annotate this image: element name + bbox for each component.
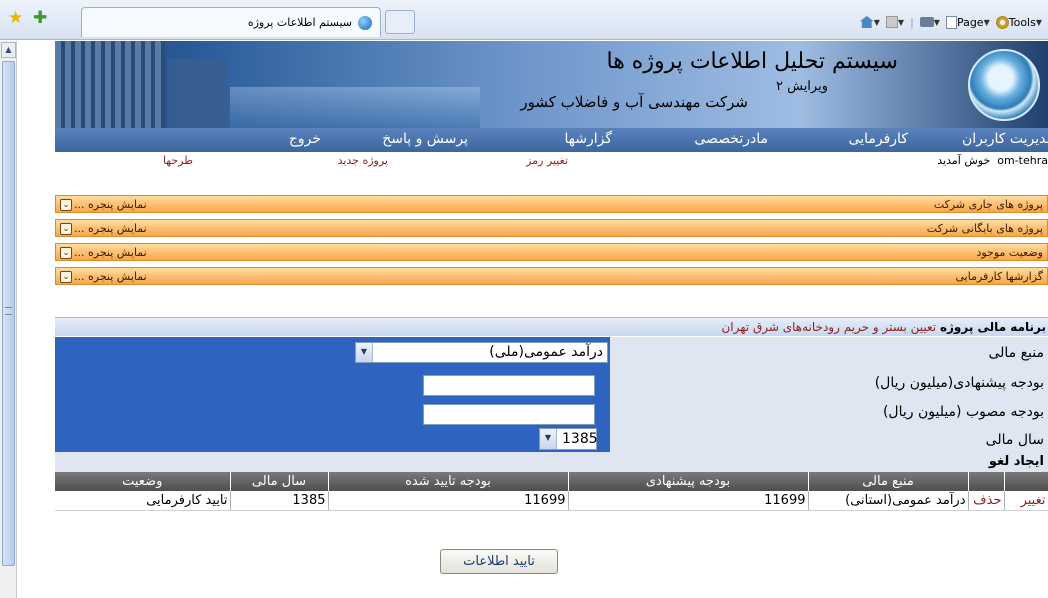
menu-user-management[interactable]: مدیریت کاربران [962,131,1048,147]
menu-specialized[interactable]: مادرتخصصی [694,131,768,147]
form-labels-area: منبع مالی بودجه پیشنهادی(میلیون ریال) بو… [610,337,1048,452]
page-menu-button[interactable]: Page ▼ [945,15,990,29]
financial-program-header: برنامه مالی پروژه تعیین بستر و حریم رودخ… [55,317,1048,336]
col-fiscal-year: سال مالی [230,472,329,491]
browser-tab[interactable]: سیستم اطلاعات پروژه [81,7,381,37]
expand-chevron-icon: ⌄ [60,223,72,235]
user-bar: om-tehra خوش آمدید تغییر رمز پروژه جدید … [55,152,1048,170]
welcome-text: om-tehra خوش آمدید [937,154,1048,167]
edit-link[interactable]: تغییر [1004,491,1048,511]
cell-fiscal-year: 1385 [230,491,329,511]
banner-building-image [55,41,165,128]
menu-employer[interactable]: کارفرمایی [849,131,908,147]
show-window-toggle[interactable]: نمایش پنجره ...⌄ [60,222,147,235]
site-title: سیستم تحلیل اطلاعات پروژه ها [606,49,899,74]
panel-title: پروژه های جاری شرکت [933,198,1043,211]
cell-proposed-budget: 11699 [568,491,809,511]
feeds-button[interactable]: ▼ [885,16,904,28]
panel-current-status: وضعیت موجود نمایش پنجره ...⌄ [55,243,1048,261]
cell-status: تایید کارفرمایی [55,491,231,511]
finance-source-label: منبع مالی [988,345,1044,361]
home-icon [859,16,874,28]
financial-records-table: وضعیت سال مالی بودجه تایید شده بودجه پیش… [55,472,1048,511]
table-row: تایید کارفرمایی 1385 11699 11699 درآمد ع… [55,491,1048,511]
approved-budget-label: بودجه مصوب (میلیون ریال) [882,404,1044,420]
header-banner: سیستم تحلیل اطلاعات پروژه ها ویرایش ۲ شر… [55,41,1048,128]
col-approved-budget: بودجه تایید شده [328,472,569,491]
scroll-thumb[interactable] [2,61,15,566]
main-menu: مدیریت کاربران کارفرمایی مادرتخصصی گزارش… [55,128,1048,152]
financial-program-label: برنامه مالی پروژه [939,320,1046,334]
new-project-link[interactable]: پروژه جدید [338,154,388,167]
chevron-down-icon[interactable]: ▼ [356,343,373,362]
cell-approved-budget: 11699 [328,491,569,511]
col-proposed-budget: بودجه پیشنهادی [568,472,809,491]
site-version: ویرایش ۲ [776,79,828,94]
approved-budget-input[interactable] [423,404,595,425]
cell-finance-source: درآمد عمومی(استانی) [808,491,969,511]
feeds-icon [885,16,898,28]
create-cancel-row: ایجاد لغو [55,452,1048,472]
panel-employer-reports: گزارشها کارفرمایی نمایش پنجره ...⌄ [55,267,1048,285]
home-button[interactable]: ▼ [859,16,880,28]
create-cancel-link[interactable]: ایجاد لغو [989,454,1044,469]
panel-title: پروژه های بایگانی شرکت [926,222,1043,235]
favorites-star-icon[interactable]: ★ [8,10,23,27]
banner-water-image [230,87,480,128]
change-password-link[interactable]: تغییر رمز [526,154,568,167]
expand-chevron-icon: ⌄ [60,271,72,283]
expand-chevron-icon: ⌄ [60,247,72,259]
print-icon [919,17,934,27]
fiscal-year-label: سال مالی [985,432,1044,448]
grip-icon [5,307,12,315]
finance-source-value: درآمد عمومی(ملی) [489,344,603,360]
welcome-label: خوش آمدید [937,154,991,167]
page-content: سیستم تحلیل اطلاعات پروژه ها ویرایش ۲ شر… [55,41,1048,598]
fiscal-year-select[interactable]: ▼ 1385 [539,428,598,450]
username: om-tehra [997,154,1048,167]
expand-chevron-icon: ⌄ [60,199,72,211]
show-window-toggle[interactable]: نمایش پنجره ...⌄ [60,246,147,259]
col-finance-source: منبع مالی [808,472,969,491]
menu-logout[interactable]: خروج [289,131,321,147]
browser-toolbar: ★ ✚ سیستم اطلاعات پروژه ▼ ▼ | ▼ Page ▼ To… [0,0,1048,40]
table-header-row: وضعیت سال مالی بودجه تایید شده بودجه پیش… [55,472,1048,491]
col-status: وضعیت [55,472,231,491]
vertical-scrollbar[interactable]: ▲ [0,41,17,598]
panel-archived-projects: پروژه های بایگانی شرکت نمایش پنجره ...⌄ [55,219,1048,237]
ie-page-icon [358,16,372,30]
menu-faq[interactable]: پرسش و پاسخ [382,131,468,147]
gear-icon [995,15,1009,29]
scroll-up-button[interactable]: ▲ [1,42,16,58]
company-logo-icon [968,49,1040,121]
confirm-info-button[interactable]: تایید اطلاعات [440,549,558,574]
page-icon [945,15,957,29]
show-window-toggle[interactable]: نمایش پنجره ...⌄ [60,198,147,211]
plans-link[interactable]: طرحها [163,154,193,167]
proposed-budget-input[interactable] [423,375,595,396]
col-edit [1004,472,1048,491]
show-window-toggle[interactable]: نمایش پنجره ...⌄ [60,270,147,283]
panel-current-projects: پروژه های جاری شرکت نمایش پنجره ...⌄ [55,195,1048,213]
banner-building-image-2 [167,59,227,128]
company-name: شرکت مهندسی آب و فاضلاب کشور [520,93,748,111]
form-inputs-area: درآمد عمومی(ملی) ▼ ▼ 1385 [55,337,610,452]
new-tab-button[interactable] [385,10,415,34]
chevron-down-icon[interactable]: ▼ [540,429,557,449]
add-favorites-icon[interactable]: ✚ [33,10,47,27]
proposed-budget-label: بودجه پیشنهادی(میلیون ریال) [874,375,1044,391]
tools-menu-button[interactable]: Tools ▼ [995,15,1042,29]
panel-title: گزارشها کارفرمایی [955,270,1043,283]
fiscal-year-value: 1385 [562,431,598,447]
print-button[interactable]: ▼ [919,17,940,27]
menu-reports[interactable]: گزارشها [565,131,613,147]
finance-source-select[interactable]: درآمد عمومی(ملی) ▼ [355,342,608,363]
browser-command-bar: ▼ ▼ | ▼ Page ▼ Tools ▼ [859,12,1042,32]
panel-title: وضعیت موجود [976,246,1043,259]
delete-link[interactable]: حذف [968,491,1005,511]
browser-tab-title: سیستم اطلاعات پروژه [247,16,352,29]
project-name: تعیین بستر و حریم رودخانه‌های شرق تهران [721,320,937,334]
col-delete [968,472,1005,491]
